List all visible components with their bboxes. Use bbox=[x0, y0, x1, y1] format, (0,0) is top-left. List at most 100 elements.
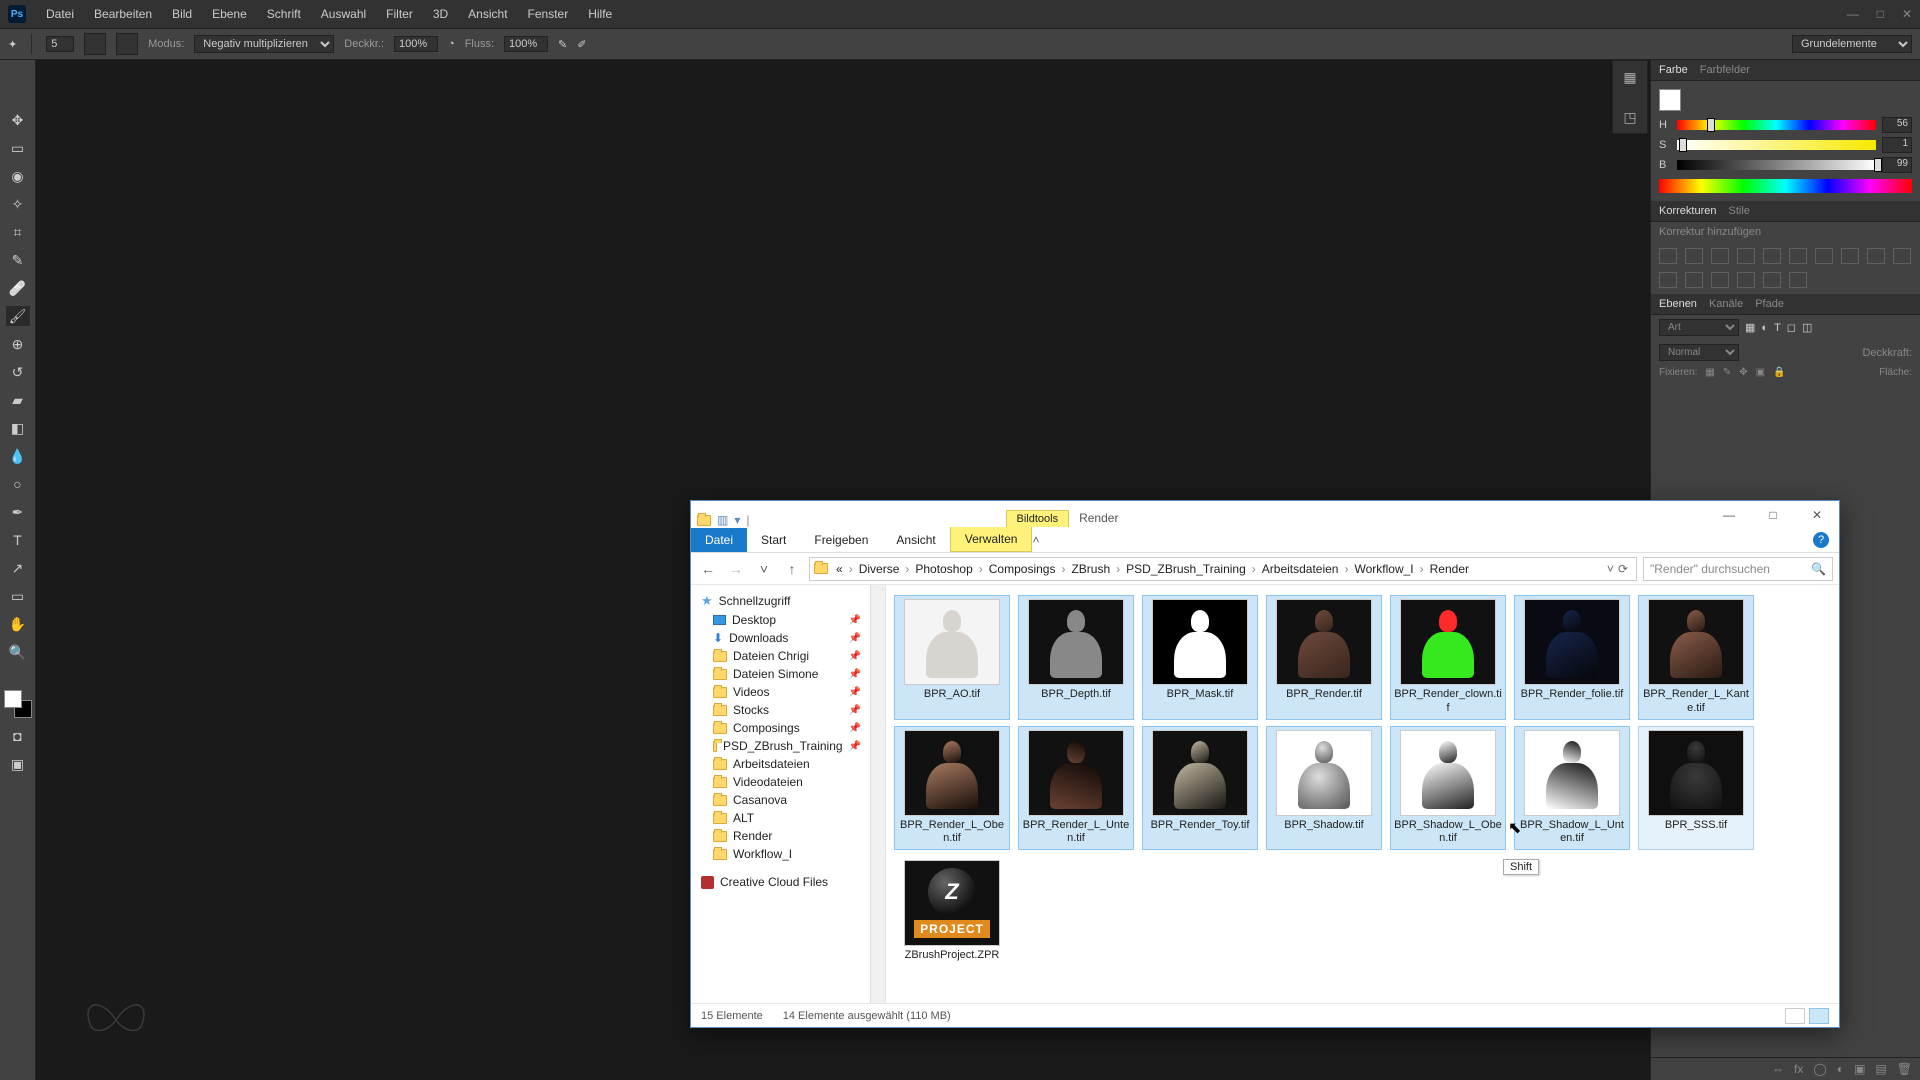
sat-slider[interactable] bbox=[1677, 140, 1876, 150]
file-item[interactable]: BPR_Render.tif bbox=[1266, 595, 1382, 720]
lock-pos-icon[interactable]: ✥ bbox=[1739, 367, 1747, 378]
type-tool-icon[interactable]: T bbox=[6, 530, 30, 550]
shape-tool-icon[interactable]: ▭ bbox=[6, 586, 30, 606]
ps-window-controls[interactable]: — □ ✕ bbox=[1847, 7, 1912, 21]
tab-view[interactable]: Ansicht bbox=[882, 528, 949, 552]
file-item[interactable]: BPR_SSS.tif bbox=[1638, 726, 1754, 851]
explorer-nav-pane[interactable]: ★Schnellzugriff Desktop📌⬇Downloads📌Datei… bbox=[691, 585, 886, 1003]
nav-item[interactable]: Dateien Simone📌 bbox=[691, 665, 885, 683]
bri-slider[interactable] bbox=[1677, 160, 1876, 170]
chevron-right-icon[interactable]: › bbox=[977, 562, 985, 576]
blur-tool-icon[interactable]: 💧 bbox=[6, 446, 30, 466]
mask-icon[interactable]: ◯ bbox=[1813, 1062, 1826, 1076]
spectrum-strip[interactable] bbox=[1659, 179, 1912, 193]
lasso-tool-icon[interactable]: ◉ bbox=[6, 166, 30, 186]
file-item[interactable]: ZPROJECTZBrushProject.ZPR bbox=[894, 856, 1010, 967]
tab-color[interactable]: Farbe bbox=[1659, 64, 1688, 76]
hue-slider[interactable] bbox=[1677, 120, 1876, 130]
file-item[interactable]: BPR_Render_L_Kante.tif bbox=[1638, 595, 1754, 720]
collapsed-panel-dock[interactable]: ▦ ◳ bbox=[1612, 60, 1648, 134]
trash-icon[interactable]: 🗑 bbox=[1897, 1062, 1912, 1076]
pressure-size-icon[interactable]: ✐ bbox=[577, 38, 586, 51]
menu-ebene[interactable]: Ebene bbox=[202, 7, 257, 21]
screenmode-icon[interactable]: ▣ bbox=[6, 754, 30, 774]
tab-manage[interactable]: Verwalten bbox=[950, 527, 1033, 552]
nav-item[interactable]: Casanova bbox=[691, 791, 885, 809]
heal-tool-icon[interactable]: 🩹 bbox=[6, 278, 30, 298]
adj-photo-icon[interactable] bbox=[1867, 248, 1885, 264]
help-icon[interactable]: ? bbox=[1813, 532, 1829, 548]
brush-preset-icon[interactable] bbox=[84, 33, 106, 55]
adj-hue-icon[interactable] bbox=[1789, 248, 1807, 264]
lock-all-icon[interactable]: 🔒 bbox=[1773, 367, 1785, 378]
adj-vibrance-icon[interactable] bbox=[1763, 248, 1781, 264]
flow-input[interactable] bbox=[504, 36, 548, 52]
tab-start[interactable]: Start bbox=[747, 528, 800, 552]
nav-item[interactable]: Videos📌 bbox=[691, 683, 885, 701]
adj-gradmap-icon[interactable] bbox=[1763, 272, 1781, 288]
file-item[interactable]: BPR_Shadow.tif bbox=[1266, 726, 1382, 851]
minimize-button[interactable]: — bbox=[1707, 503, 1751, 527]
nav-forward-button[interactable]: → bbox=[725, 558, 747, 580]
opacity-input[interactable] bbox=[394, 36, 438, 52]
stamp-tool-icon[interactable]: ⊕ bbox=[6, 334, 30, 354]
file-item[interactable]: BPR_Depth.tif bbox=[1018, 595, 1134, 720]
bri-value[interactable]: 99 bbox=[1882, 157, 1912, 173]
tab-styles[interactable]: Stile bbox=[1728, 205, 1749, 217]
file-item[interactable]: BPR_Shadow_L_Unten.tif bbox=[1514, 726, 1630, 851]
breadcrumb-dropdown-icon[interactable]: ˅ bbox=[1607, 562, 1614, 576]
filter-type-icon[interactable]: T bbox=[1774, 322, 1781, 334]
qat-new-icon[interactable]: ▾ bbox=[734, 513, 740, 527]
nav-creative-cloud[interactable]: Creative Cloud Files bbox=[691, 873, 885, 891]
new-layer-icon[interactable]: ▤ bbox=[1875, 1062, 1886, 1076]
brush-size-input[interactable] bbox=[46, 36, 74, 52]
breadcrumb-segment[interactable]: Composings bbox=[985, 562, 1060, 576]
explorer-file-view[interactable]: Shift ⬉ BPR_AO.tifBPR_Depth.tifBPR_Mask.… bbox=[886, 585, 1839, 1003]
tab-swatches[interactable]: Farbfelder bbox=[1700, 64, 1750, 76]
lock-trans-icon[interactable]: ▦ bbox=[1705, 367, 1714, 378]
menu-schrift[interactable]: Schrift bbox=[257, 7, 311, 21]
tab-file[interactable]: Datei bbox=[691, 528, 747, 552]
file-item[interactable]: BPR_Render_L_Oben.tif bbox=[894, 726, 1010, 851]
hand-tool-icon[interactable]: ✋ bbox=[6, 614, 30, 634]
maximize-button[interactable]: □ bbox=[1751, 503, 1795, 527]
lock-paint-icon[interactable]: ✎ bbox=[1723, 367, 1731, 378]
hue-value[interactable]: 56 bbox=[1882, 117, 1912, 133]
tab-channels[interactable]: Kanäle bbox=[1709, 298, 1743, 310]
details-view-button[interactable] bbox=[1785, 1008, 1805, 1024]
thumbnail-view-button[interactable] bbox=[1809, 1008, 1829, 1024]
brush-tool-icon[interactable]: ✦ bbox=[8, 38, 17, 51]
breadcrumb-segment[interactable]: « bbox=[832, 562, 847, 576]
layer-filter-select[interactable]: Art bbox=[1659, 319, 1739, 336]
fx-icon[interactable]: fx bbox=[1794, 1062, 1803, 1076]
breadcrumb-segment[interactable]: Workflow_I bbox=[1350, 562, 1417, 576]
breadcrumb-segment[interactable]: ZBrush bbox=[1067, 562, 1114, 576]
adj-lut-icon[interactable] bbox=[1659, 272, 1677, 288]
chevron-right-icon[interactable]: › bbox=[1114, 562, 1122, 576]
zoom-tool-icon[interactable]: 🔍 bbox=[6, 642, 30, 662]
brush-panel-icon[interactable] bbox=[116, 33, 138, 55]
nav-item[interactable]: Stocks📌 bbox=[691, 701, 885, 719]
menu-hilfe[interactable]: Hilfe bbox=[578, 7, 622, 21]
adj-poster-icon[interactable] bbox=[1711, 272, 1729, 288]
nav-quickaccess[interactable]: ★Schnellzugriff bbox=[691, 591, 885, 611]
nav-back-button[interactable]: ← bbox=[697, 558, 719, 580]
adj-curves-icon[interactable] bbox=[1711, 248, 1729, 264]
nav-item[interactable]: Dateien Chrigi📌 bbox=[691, 647, 885, 665]
qat-props-icon[interactable]: ▥ bbox=[717, 513, 728, 527]
file-item[interactable]: BPR_Render_folie.tif bbox=[1514, 595, 1630, 720]
breadcrumb-segment[interactable]: Render bbox=[1426, 562, 1473, 576]
pen-tool-icon[interactable]: ✒ bbox=[6, 502, 30, 522]
close-icon[interactable]: ✕ bbox=[1902, 7, 1912, 21]
brush-tool-icon[interactable]: 🖌 bbox=[6, 306, 30, 326]
menu-fenster[interactable]: Fenster bbox=[518, 7, 579, 21]
explorer-titlebar[interactable]: ▥ ▾ | Bildtools Render — □ ✕ bbox=[691, 501, 1839, 527]
filter-shape-icon[interactable]: ◻ bbox=[1787, 321, 1796, 334]
maximize-icon[interactable]: □ bbox=[1877, 7, 1884, 21]
nav-item[interactable]: Arbeitsdateien bbox=[691, 755, 885, 773]
filter-adjust-icon[interactable]: ◐ bbox=[1761, 322, 1768, 334]
adj-selcolor-icon[interactable] bbox=[1789, 272, 1807, 288]
file-item[interactable]: BPR_Mask.tif bbox=[1142, 595, 1258, 720]
panel-fg-swatch[interactable] bbox=[1659, 89, 1681, 111]
menu-bearbeiten[interactable]: Bearbeiten bbox=[84, 7, 162, 21]
